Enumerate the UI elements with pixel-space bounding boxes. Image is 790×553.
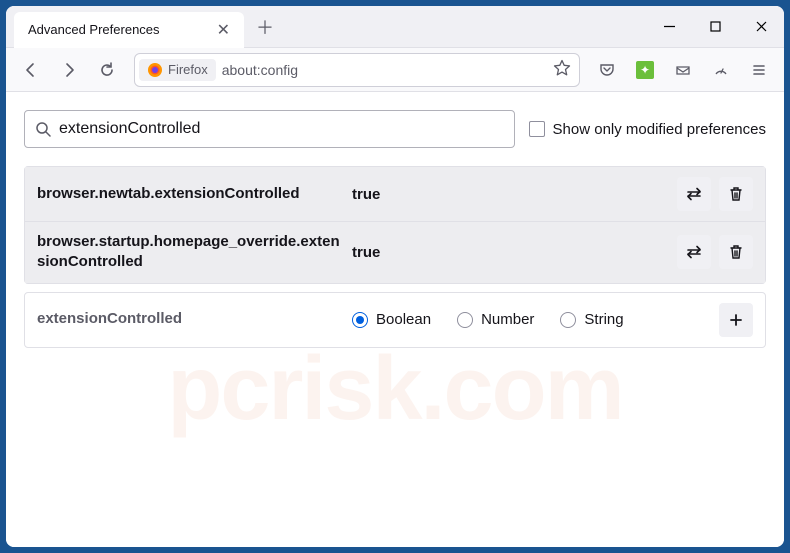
pref-value: true (352, 244, 667, 261)
minimize-button[interactable] (646, 6, 692, 48)
checkbox-icon (529, 121, 545, 137)
radio-icon (457, 312, 473, 328)
back-button[interactable] (14, 53, 48, 87)
type-number-radio[interactable]: Number (457, 311, 534, 328)
firefox-icon (147, 62, 163, 78)
reload-button[interactable] (90, 53, 124, 87)
close-tab-button[interactable]: ✕ (213, 18, 234, 42)
pocket-button[interactable] (590, 53, 624, 87)
search-row: Show only modified preferences (24, 110, 766, 148)
radio-label: String (584, 311, 623, 328)
window-controls (646, 6, 784, 48)
close-window-button[interactable] (738, 6, 784, 48)
new-pref-name: extensionControlled (37, 309, 342, 329)
search-input[interactable] (59, 120, 504, 138)
delete-button[interactable] (719, 177, 753, 211)
forward-button[interactable] (52, 53, 86, 87)
radio-label: Boolean (376, 311, 431, 328)
new-pref-row: extensionControlled Boolean Number Strin… (24, 292, 766, 348)
preferences-table: browser.newtab.extensionControlled true … (24, 166, 766, 284)
type-boolean-radio[interactable]: Boolean (352, 311, 431, 328)
radio-label: Number (481, 311, 534, 328)
browser-tab[interactable]: Advanced Preferences ✕ (14, 12, 244, 48)
url-text: about:config (222, 62, 547, 78)
checkbox-label: Show only modified preferences (553, 121, 766, 138)
bookmark-star-button[interactable] (553, 59, 571, 80)
extension-green-icon: ✦ (636, 61, 654, 79)
pref-row[interactable]: browser.newtab.extensionControlled true (25, 167, 765, 222)
row-actions (677, 177, 753, 211)
identity-box[interactable]: Firefox (139, 59, 216, 81)
new-tab-button[interactable]: ＋ (248, 10, 282, 44)
extension-button[interactable]: ✦ (628, 53, 662, 87)
add-button[interactable] (719, 303, 753, 337)
tab-title: Advanced Preferences (28, 22, 160, 37)
app-menu-button[interactable] (742, 53, 776, 87)
search-icon (35, 121, 51, 137)
url-bar[interactable]: Firefox about:config (134, 53, 580, 87)
maximize-button[interactable] (692, 6, 738, 48)
navigation-toolbar: Firefox about:config ✦ (6, 48, 784, 92)
toggle-button[interactable] (677, 177, 711, 211)
row-actions (719, 303, 753, 337)
mail-button[interactable] (666, 53, 700, 87)
show-modified-checkbox[interactable]: Show only modified preferences (529, 121, 766, 138)
about-config-content: pcrisk.com Show only modified preference… (6, 92, 784, 547)
pref-name: browser.newtab.extensionControlled (37, 184, 342, 204)
toggle-button[interactable] (677, 235, 711, 269)
titlebar: Advanced Preferences ✕ ＋ (6, 6, 784, 48)
identity-label: Firefox (168, 62, 208, 77)
type-string-radio[interactable]: String (560, 311, 623, 328)
pref-row[interactable]: browser.startup.homepage_override.extens… (25, 222, 765, 283)
radio-icon (560, 312, 576, 328)
type-selector: Boolean Number String (352, 311, 709, 328)
delete-button[interactable] (719, 235, 753, 269)
pref-name: browser.startup.homepage_override.extens… (37, 232, 342, 273)
pref-row[interactable]: extensionControlled Boolean Number Strin… (25, 293, 765, 347)
pref-value: true (352, 186, 667, 203)
search-box[interactable] (24, 110, 515, 148)
radio-icon (352, 312, 368, 328)
browser-window: Advanced Preferences ✕ ＋ (6, 6, 784, 547)
speed-button[interactable] (704, 53, 738, 87)
row-actions (677, 235, 753, 269)
